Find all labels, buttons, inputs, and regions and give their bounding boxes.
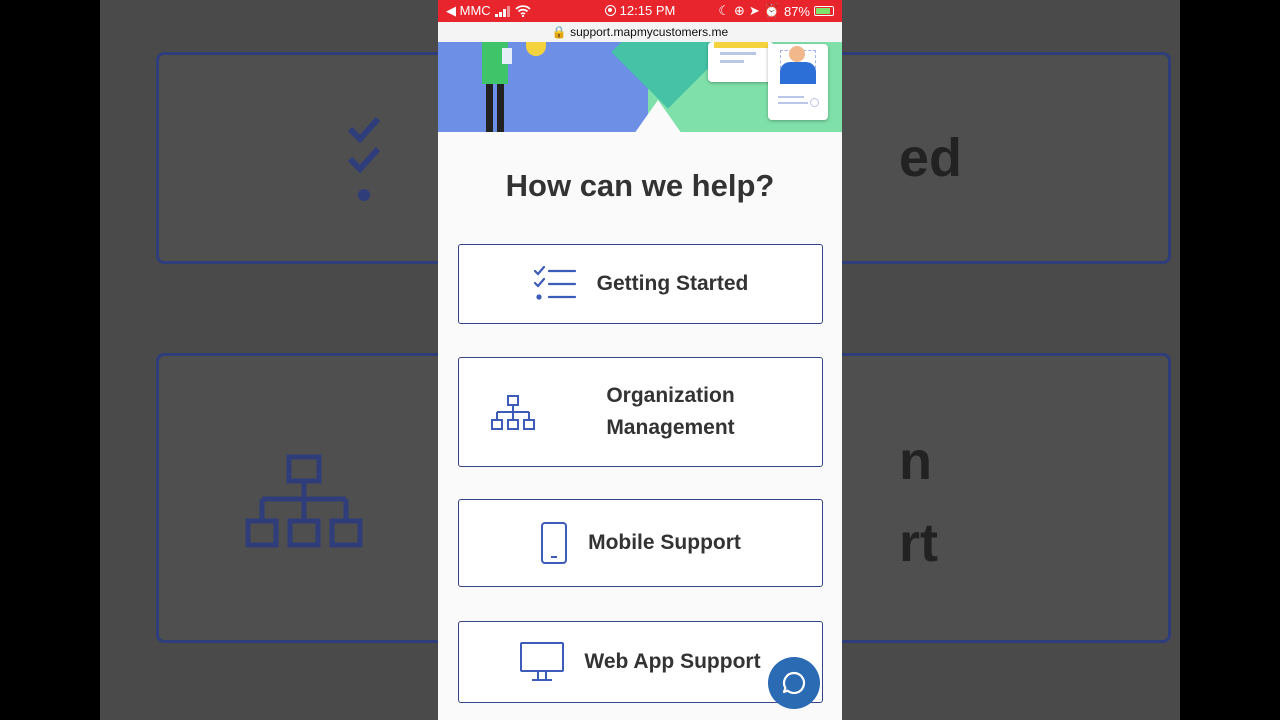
organization-management-button[interactable]: Organization Management (458, 357, 823, 467)
location-arrow-icon: ➤ (748, 3, 760, 18)
profile-card-illustration (708, 42, 774, 82)
monitor-icon (520, 642, 565, 682)
recording-icon (604, 5, 616, 16)
mobile-support-button[interactable]: Mobile Support (458, 499, 823, 587)
getting-started-label: Getting Started (596, 272, 749, 295)
lock-icon: 🔒 (551, 25, 567, 39)
bg-org-chart-icon (245, 454, 363, 548)
chat-button[interactable] (768, 657, 820, 709)
address-bar[interactable]: 🔒 support.mapmycustomers.me (438, 22, 842, 42)
bg-text: rt (899, 513, 938, 573)
page-title: How can we help? (505, 168, 775, 203)
clock-time: 12:15 PM (619, 3, 676, 18)
bg-text: ed (899, 128, 963, 188)
chat-bubble-icon (782, 671, 806, 695)
contact-card-illustration (768, 44, 828, 120)
status-bar: ◀ MMC 12:15 PM ☾ ⊕ ➤ ⏰ 87% (438, 0, 842, 22)
lock-rotation-icon: ⊕ (733, 3, 745, 18)
mobile-support-label: Mobile Support (588, 531, 741, 554)
battery-icon (814, 6, 834, 16)
phone-screen: ◀ MMC 12:15 PM ☾ ⊕ ➤ ⏰ 87% 🔒 support.map… (438, 0, 842, 720)
status-right: ☾ ⊕ ➤ ⏰ 87% (718, 3, 834, 19)
hero-notch (634, 100, 682, 132)
video-frame: ed n rt ◀ MMC 12:15 PM ☾ ⊕ ➤ ⏰ 87% 🔒 sup… (0, 0, 1280, 720)
battery-percent: 87% (783, 3, 810, 19)
moon-icon: ☾ (718, 3, 730, 18)
alarm-icon: ⏰ (763, 3, 780, 18)
organization-management-label: Organization Management (606, 384, 735, 439)
bg-checklist-icon (347, 116, 381, 201)
hero-banner (438, 42, 842, 132)
person-illustration (482, 42, 512, 132)
mobile-phone-icon (540, 522, 568, 564)
lightbulb-icon (526, 42, 546, 56)
bg-text: n (899, 431, 932, 491)
org-chart-icon (491, 395, 535, 431)
web-app-support-label: Web App Support (584, 650, 761, 673)
getting-started-button[interactable]: Getting Started (458, 244, 823, 324)
url-text: support.mapmycustomers.me (570, 25, 729, 39)
checklist-icon (533, 266, 577, 302)
